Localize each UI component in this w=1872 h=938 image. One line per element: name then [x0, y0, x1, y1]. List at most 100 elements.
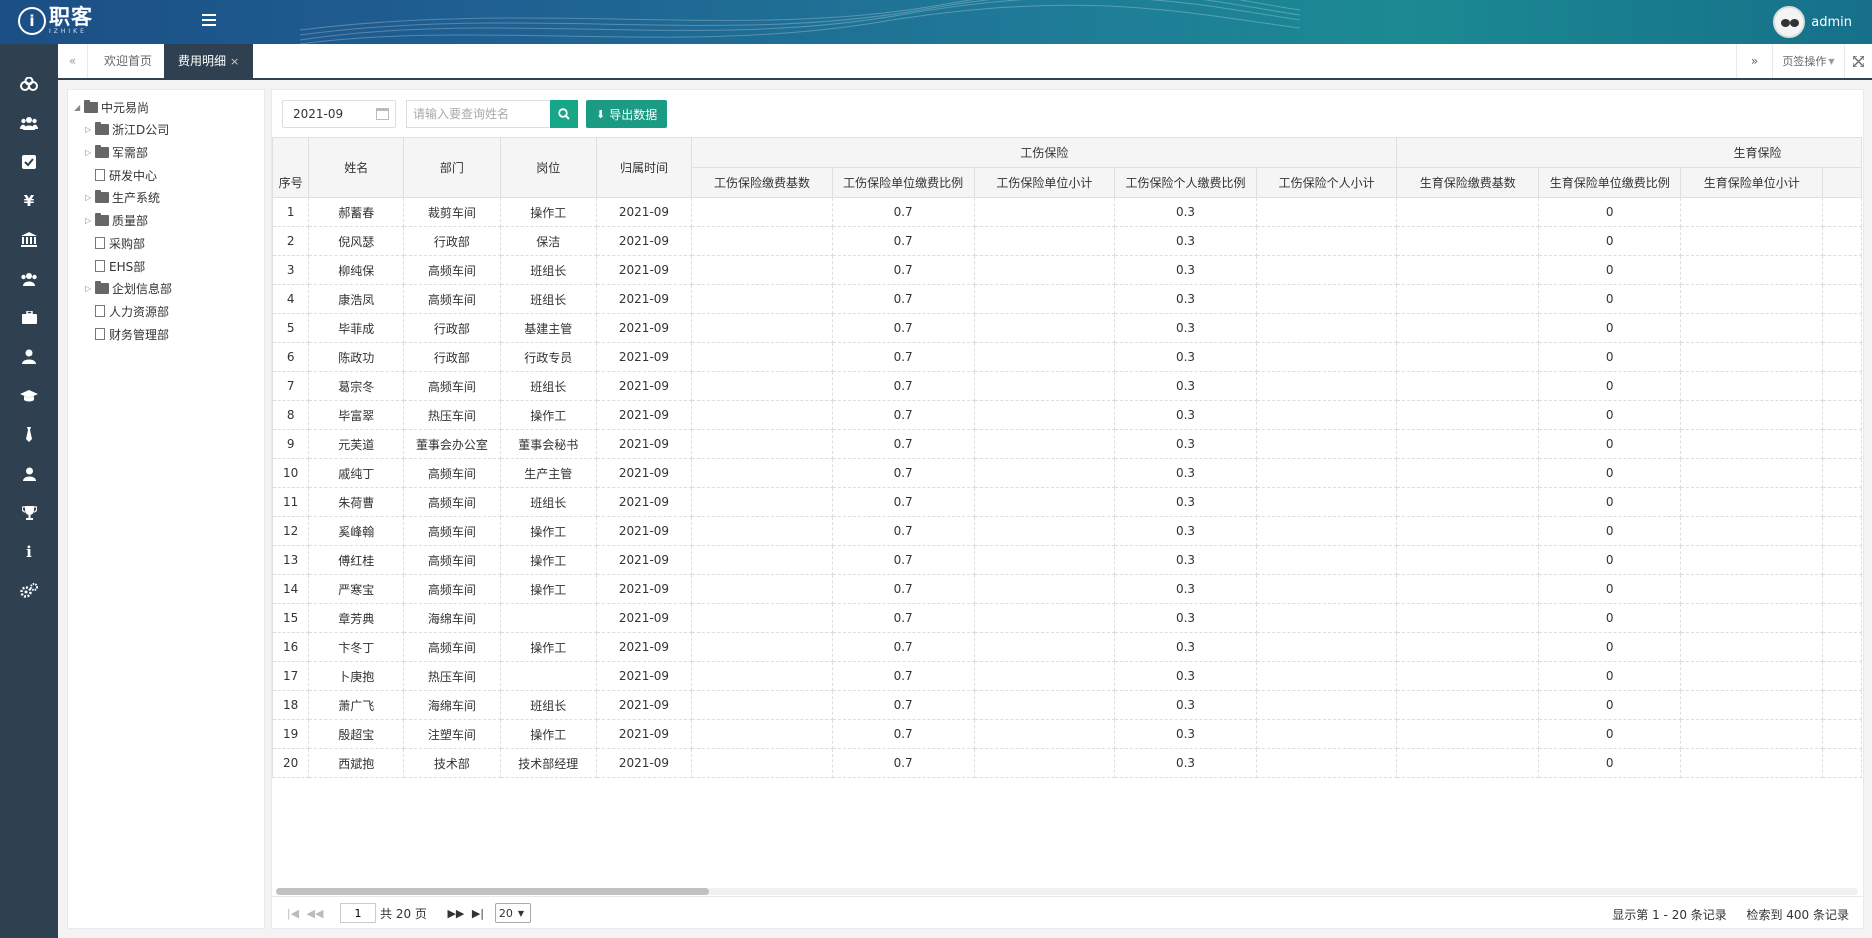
table-row[interactable]: 5 毕菲成 行政部 基建主管 2021-09 0.7 0.3 0 [272, 313, 1862, 343]
tree-collapsed-icon[interactable]: ▷ [85, 148, 95, 157]
tree-collapsed-icon[interactable]: ▷ [85, 284, 95, 293]
tree-root[interactable]: ◢ 中元易尚 [74, 96, 149, 118]
tree-item[interactable]: ▷ 军需部 [85, 141, 148, 163]
table-row[interactable]: 3 柳纯保 高频车间 班组长 2021-09 0.7 0.3 0 [272, 255, 1862, 285]
tree-item[interactable]: 人力资源部 [93, 300, 169, 322]
page-size-select[interactable]: 20 ▼ [494, 903, 531, 923]
tree-item[interactable]: EHS部 [93, 255, 145, 277]
header-position[interactable]: 岗位 [499, 137, 597, 198]
table-row[interactable]: 12 奚峰翰 高频车间 操作工 2021-09 0.7 0.3 0 [272, 516, 1862, 546]
header-maternity-col[interactable]: 生育保险单位小计 [1680, 167, 1824, 198]
table-row[interactable]: 16 卞冬丁 高频车间 操作工 2021-09 0.7 0.3 0 [272, 632, 1862, 662]
header-maternity-col[interactable]: 生育保险缴费基数 [1396, 167, 1540, 198]
table-row[interactable]: 18 萧广飞 海绵车间 班组长 2021-09 0.7 0.3 0 [272, 690, 1862, 720]
nav-group-icon[interactable] [0, 259, 58, 298]
tree-item[interactable]: ▷ 生产系统 [85, 186, 160, 208]
table-row[interactable]: 19 殷超宝 注塑车间 操作工 2021-09 0.7 0.3 0 [272, 719, 1862, 749]
nav-bank-icon[interactable] [0, 220, 58, 259]
user-menu[interactable]: admin [1773, 6, 1852, 38]
avatar[interactable] [1773, 6, 1806, 38]
name-search-input[interactable] [406, 100, 550, 128]
tree-item-label: 质量部 [112, 213, 149, 228]
user-name[interactable]: admin [1811, 15, 1852, 30]
scrollbar-thumb[interactable] [276, 888, 709, 895]
tree-collapsed-icon[interactable]: ▷ [85, 193, 95, 202]
tree-item[interactable]: 研发中心 [93, 164, 157, 186]
header-name[interactable]: 姓名 [308, 137, 405, 198]
nav-person-icon[interactable] [0, 454, 58, 493]
table-row[interactable]: 9 元芙道 董事会办公室 董事会秘书 2021-09 0.7 0.3 0 [272, 429, 1862, 459]
table-cell [691, 516, 833, 546]
table-cell: 2021-09 [595, 545, 693, 575]
tree-expanded-icon[interactable]: ◢ [74, 103, 84, 112]
header-injury-col[interactable]: 工伤保险单位小计 [973, 167, 1116, 198]
nav-cogs-icon[interactable] [0, 571, 58, 610]
table-row[interactable]: 17 卜庚抱 热压车间 2021-09 0.7 0.3 0 [272, 661, 1862, 691]
tree-item[interactable]: 财务管理部 [93, 323, 169, 345]
table-row[interactable]: 4 康浩凤 高频车间 班组长 2021-09 0.7 0.3 0 [272, 284, 1862, 314]
nav-graduation-cap-icon[interactable] [0, 376, 58, 415]
fullscreen-icon[interactable] [1844, 44, 1872, 78]
table-cell [1255, 545, 1398, 575]
tab-home[interactable]: 欢迎首页 [90, 44, 166, 78]
header-department[interactable]: 部门 [403, 137, 501, 198]
table-row[interactable]: 6 陈政功 行政部 行政专员 2021-09 0.7 0.3 0 [272, 342, 1862, 372]
month-picker[interactable]: 2021-09 [282, 100, 396, 128]
header-injury-col[interactable]: 工伤保险个人小计 [1255, 167, 1398, 198]
table-cell [1255, 632, 1398, 662]
table-row[interactable]: 14 严寒宝 高频车间 操作工 2021-09 0.7 0.3 0 [272, 574, 1862, 604]
prev-page-icon[interactable]: ◀◀ [304, 904, 326, 922]
table-cell: 0.3 [1114, 400, 1257, 430]
table-row[interactable]: 20 西斌抱 技术部 技术部经理 2021-09 0.7 0.3 0 [272, 748, 1862, 778]
table-cell [691, 632, 833, 662]
header-injury-col[interactable]: 工伤保险单位缴费比例 [831, 167, 975, 198]
tree-item[interactable]: ▷ 企划信息部 [85, 277, 172, 299]
tab-close-icon[interactable]: × [230, 55, 239, 68]
table-cell: 10 [272, 458, 310, 488]
tree-item[interactable]: ▷ 质量部 [85, 209, 148, 231]
export-data-button[interactable]: ⬇ 导出数据 [586, 100, 668, 128]
table-row[interactable]: 13 傅红桂 高频车间 操作工 2021-09 0.7 0.3 0 [272, 545, 1862, 575]
table-row[interactable]: 8 毕富翠 热压车间 操作工 2021-09 0.7 0.3 0 [272, 400, 1862, 430]
table-row[interactable]: 1 郝蓄春 裁剪车间 操作工 2021-09 0.7 0.3 0 [272, 197, 1862, 227]
header-maternity-col[interactable]: 生育保险单位缴费比例 [1538, 167, 1682, 198]
tabs-scroll-right-icon[interactable]: » [1736, 44, 1772, 78]
tree-item[interactable]: 采购部 [93, 232, 145, 254]
table-cell: 15 [272, 603, 310, 633]
nav-user-tie-icon[interactable] [0, 337, 58, 376]
table-row[interactable]: 15 章芳典 海绵车间 2021-09 0.7 0.3 0 [272, 603, 1862, 633]
nav-info-icon[interactable]: i [0, 532, 58, 571]
nav-trophy-icon[interactable] [0, 493, 58, 532]
folder-icon [95, 121, 109, 135]
tree-item[interactable]: ▷ 浙江D公司 [85, 118, 169, 140]
nav-dashboard-icon[interactable] [0, 64, 58, 103]
horizontal-scrollbar[interactable] [276, 888, 1858, 895]
table-row[interactable]: 7 葛宗冬 高频车间 班组长 2021-09 0.7 0.3 0 [272, 371, 1862, 401]
header-index[interactable]: 序号 [272, 137, 310, 198]
tree-collapsed-icon[interactable]: ▷ [85, 216, 95, 225]
next-page-icon[interactable]: ▶▶ [445, 904, 467, 922]
nav-users-icon[interactable] [0, 103, 58, 142]
nav-briefcase-icon[interactable] [0, 298, 58, 337]
nav-tie-icon[interactable] [0, 415, 58, 454]
tab-expense-detail[interactable]: 费用明细 × [164, 44, 254, 78]
table-row[interactable]: 11 朱荷曹 高频车间 班组长 2021-09 0.7 0.3 0 [272, 487, 1862, 517]
header-period[interactable]: 归属时间 [595, 137, 693, 198]
nav-check-icon[interactable] [0, 142, 58, 181]
first-page-icon[interactable]: |◀ [282, 904, 304, 922]
page-ops-dropdown[interactable]: 页签操作 ▼ [1772, 44, 1844, 78]
page-number-input[interactable] [340, 903, 376, 923]
search-button[interactable] [550, 100, 578, 128]
hamburger-menu-icon[interactable] [202, 14, 216, 28]
table-cell [1255, 661, 1398, 691]
table-row[interactable]: 2 倪风瑟 行政部 保洁 2021-09 0.7 0.3 0 [272, 226, 1862, 256]
last-page-icon[interactable]: ▶| [467, 904, 489, 922]
tabs-scroll-left-icon[interactable]: « [58, 44, 88, 78]
header-injury-col[interactable]: 工伤保险缴费基数 [691, 167, 833, 198]
tree-collapsed-icon[interactable]: ▷ [85, 125, 95, 134]
nav-yen-icon[interactable]: ¥ [0, 181, 58, 220]
table-row[interactable]: 10 戚纯丁 高频车间 生产主管 2021-09 0.7 0.3 0 [272, 458, 1862, 488]
calendar-icon[interactable] [376, 108, 389, 120]
header-injury-col[interactable]: 工伤保险个人缴费比例 [1114, 167, 1257, 198]
app-logo[interactable]: i 职客 IZHIKE [18, 6, 93, 35]
